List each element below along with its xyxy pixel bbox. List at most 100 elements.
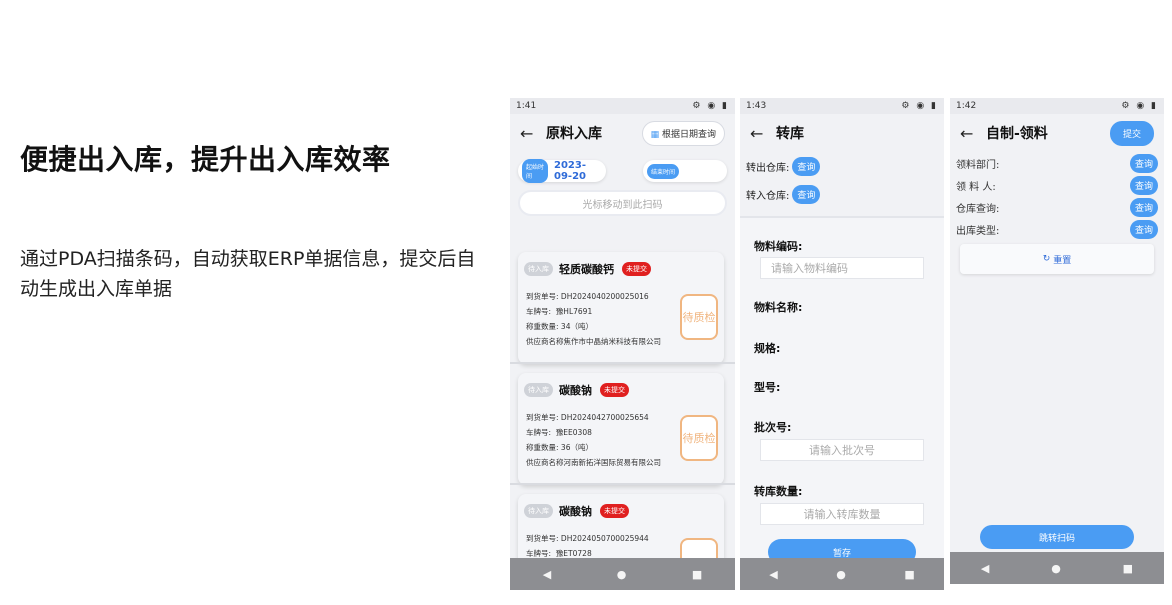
jump-scan-button[interactable]: 跳转扫码 <box>980 525 1134 549</box>
phone-stock-transfer: 1:43 ⚙ ◉ ▮ ← 转库 转出仓库: 查询 转入仓库: 查询 物料编码: … <box>740 98 944 590</box>
phone-raw-material-inbound: 1:41 ⚙ ◉ ▮ ← 原料入库 ▦ 根据日期查询 起始时间 2023-09-… <box>510 98 735 590</box>
dept-label: 领料部门: <box>956 159 1000 171</box>
transfer-qty-label: 转库数量: <box>754 485 803 498</box>
refresh-icon: ↻ <box>1042 254 1051 264</box>
material-name-label: 物料名称: <box>754 301 803 314</box>
app-bar: ← 原料入库 ▦ 根据日期查询 <box>510 114 735 152</box>
transfer-qty-input[interactable]: 请输入转库数量 <box>760 503 924 525</box>
status-badge: 未提交 <box>600 504 629 518</box>
nav-back-icon[interactable]: ◀ <box>981 562 989 575</box>
nav-recents-icon[interactable]: ■ <box>904 568 914 581</box>
batch-placeholder: 请输入批次号 <box>809 444 875 457</box>
nav-home-icon[interactable]: ● <box>1051 562 1061 575</box>
start-date-tag: 起始时间 <box>522 159 549 183</box>
date-query-button[interactable]: ▦ 根据日期查询 <box>641 120 725 146</box>
in-warehouse-row: 转入仓库: 查询 <box>740 180 944 208</box>
list-item[interactable]: 待入库 碳酸钠 未提交 到货单号: DH2024042700025654 车牌号… <box>518 373 724 485</box>
status-time: 1:43 <box>746 101 767 111</box>
in-warehouse-label: 转入仓库: <box>746 190 790 202</box>
start-date-pill[interactable]: 起始时间 2023-09-20 <box>518 159 606 183</box>
scan-placeholder: 光标移动到此扫码 <box>582 199 663 211</box>
qty-value: 36（吨） <box>560 443 593 452</box>
nav-back-icon[interactable]: ◀ <box>769 568 777 581</box>
back-arrow-icon[interactable]: ← <box>750 124 776 143</box>
dept-row: 领料部门: 查询 <box>950 152 1164 174</box>
spec-label: 规格: <box>754 342 781 355</box>
transfer-qty-placeholder: 请输入转库数量 <box>803 508 881 521</box>
stock-tag: 待入库 <box>524 504 553 518</box>
submit-button[interactable]: 提交 <box>1109 120 1154 146</box>
quality-check-button[interactable]: 待质检 <box>680 294 718 340</box>
scan-input[interactable]: 光标移动到此扫码 <box>518 190 727 216</box>
quality-check-button[interactable]: 待质检 <box>680 415 718 461</box>
app-bar: ← 自制-领料 提交 <box>950 114 1164 152</box>
nav-recents-icon[interactable]: ■ <box>692 568 702 581</box>
page-title: 转库 <box>776 126 804 142</box>
material-code-label: 物料编码: <box>754 240 803 253</box>
warehouse-row: 仓库查询: 查询 <box>950 196 1164 218</box>
person-query-button[interactable]: 查询 <box>1129 175 1158 195</box>
system-nav-bar: ◀ ● ■ <box>950 552 1164 584</box>
divider <box>510 483 735 485</box>
back-arrow-icon[interactable]: ← <box>520 124 546 143</box>
supplier-name: 河南新拓洋国际贸易有限公司 <box>563 458 662 467</box>
out-type-query-button[interactable]: 查询 <box>1129 219 1158 239</box>
order-number: DH2024042700025654 <box>560 413 649 422</box>
dept-query-button[interactable]: 查询 <box>1129 153 1158 173</box>
date-query-label: 根据日期查询 <box>661 129 716 140</box>
nav-back-icon[interactable]: ◀ <box>543 568 551 581</box>
status-time: 1:42 <box>956 101 977 111</box>
plate-number: 豫HL7691 <box>555 307 593 316</box>
back-arrow-icon[interactable]: ← <box>960 124 986 143</box>
status-bar: 1:43 ⚙ ◉ ▮ <box>740 98 944 114</box>
qty-label: 称重数量: <box>526 322 559 331</box>
order-number: DH2024050700025944 <box>560 534 649 543</box>
reset-button[interactable]: ↻ 重置 <box>960 244 1154 274</box>
headline: 便捷出入库，提升出入库效率 <box>20 143 391 176</box>
batch-label: 批次号: <box>754 421 792 434</box>
plate-label: 车牌号: <box>526 549 552 558</box>
order-label: 到货单号: <box>526 534 559 543</box>
out-type-label: 出库类型: <box>956 225 1000 237</box>
supplier-label: 供应商名称 <box>526 337 564 346</box>
warehouse-query-button[interactable]: 查询 <box>1129 197 1158 217</box>
status-bar: 1:42 ⚙ ◉ ▮ <box>950 98 1164 114</box>
end-date-pill[interactable]: 结束时间 <box>643 160 727 182</box>
model-label: 型号: <box>754 381 781 394</box>
calendar-icon: ▦ <box>650 129 660 140</box>
material-name: 碳酸钠 <box>559 384 592 397</box>
person-row: 领 料 人: 查询 <box>950 174 1164 196</box>
in-warehouse-query-button[interactable]: 查询 <box>792 184 821 204</box>
order-number: DH2024040200025016 <box>560 292 649 301</box>
status-icons: ⚙ ◉ ▮ <box>1121 101 1158 111</box>
out-warehouse-row: 转出仓库: 查询 <box>740 152 944 180</box>
nav-recents-icon[interactable]: ■ <box>1123 562 1133 575</box>
material-name: 轻质碳酸钙 <box>559 263 614 276</box>
page-title: 自制-领料 <box>986 126 1048 142</box>
out-warehouse-label: 转出仓库: <box>746 162 790 174</box>
supplier-name: 焦作市中晶纳米科技有限公司 <box>563 337 662 346</box>
material-name: 碳酸钠 <box>559 505 592 518</box>
list-item[interactable]: 待入库 轻质碳酸钙 未提交 到货单号: DH2024040200025016 车… <box>518 252 724 364</box>
status-badge: 未提交 <box>622 262 651 276</box>
supplier-label: 供应商名称 <box>526 458 564 467</box>
qty-label: 称重数量: <box>526 443 559 452</box>
material-code-input[interactable]: 请输入物料编码 <box>760 257 924 279</box>
qty-value: 34（吨） <box>560 322 593 331</box>
status-bar: 1:41 ⚙ ◉ ▮ <box>510 98 735 114</box>
phone-material-requisition: 1:42 ⚙ ◉ ▮ ← 自制-领料 提交 领料部门: 查询 领 料 人: 查询… <box>950 98 1164 584</box>
nav-home-icon[interactable]: ● <box>617 568 627 581</box>
nav-home-icon[interactable]: ● <box>836 568 846 581</box>
material-code-placeholder: 请输入物料编码 <box>771 262 848 275</box>
system-nav-bar: ◀ ● ■ <box>740 558 944 590</box>
status-icons: ⚙ ◉ ▮ <box>692 101 729 111</box>
batch-input[interactable]: 请输入批次号 <box>760 439 924 461</box>
plate-number: 豫ET0728 <box>555 549 592 558</box>
plate-number: 豫EE0308 <box>555 428 592 437</box>
person-label: 领 料 人: <box>956 181 996 193</box>
out-type-row: 出库类型: 查询 <box>950 218 1164 240</box>
warehouse-label: 仓库查询: <box>956 203 1000 215</box>
stock-tag: 待入库 <box>524 262 553 276</box>
divider <box>510 362 735 364</box>
out-warehouse-query-button[interactable]: 查询 <box>792 156 821 176</box>
